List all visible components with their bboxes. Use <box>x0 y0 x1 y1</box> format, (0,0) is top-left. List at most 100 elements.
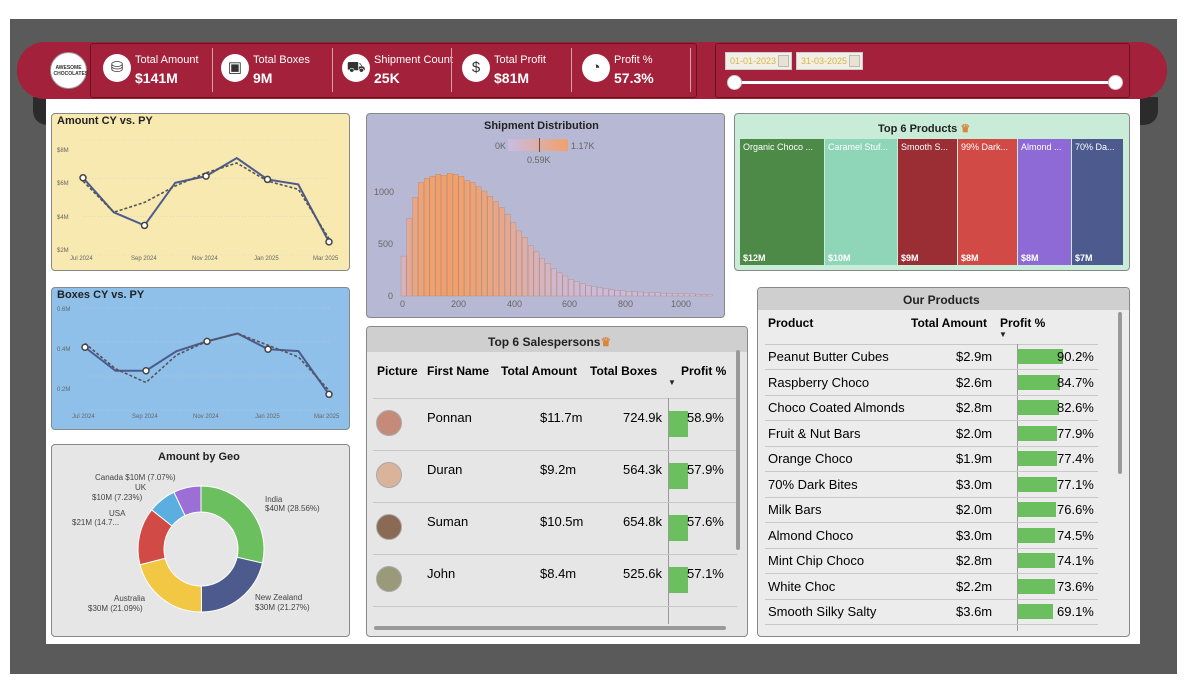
histogram-bar <box>429 176 436 297</box>
cell-profit-pct: 57.6% <box>687 514 724 529</box>
col-first-name[interactable]: First Name <box>427 364 489 378</box>
cell-profit-pct: 82.6% <box>1057 400 1094 415</box>
cell-profit-pct: 77.1% <box>1057 476 1094 492</box>
crown-icon: ♛ <box>960 123 971 135</box>
row-divider <box>765 522 1098 523</box>
histogram-bar <box>614 290 621 297</box>
col-profit-pct[interactable]: Profit % <box>1000 316 1045 330</box>
sort-desc-icon[interactable]: ▼ <box>668 378 676 387</box>
start-date-input[interactable]: 01-01-2023 <box>725 52 792 70</box>
cell-profit-pct: 74.5% <box>1057 527 1094 543</box>
slider-start-handle[interactable] <box>727 75 742 90</box>
x-tick: 800 <box>618 299 634 309</box>
histogram-bar <box>418 182 424 297</box>
geo-chart-title: Amount by Geo <box>158 451 240 463</box>
y-tick: $4M <box>57 215 69 221</box>
histogram-bar <box>458 176 465 297</box>
histogram-bar <box>435 174 441 297</box>
histogram-bar <box>527 245 534 297</box>
data-point <box>202 172 210 180</box>
kpi-label: Total Amount <box>135 54 199 66</box>
end-date-input[interactable]: 31-03-2025 <box>796 52 863 70</box>
row-divider <box>765 547 1098 549</box>
salespersons-title-text: Top 6 Salespersons <box>488 335 601 349</box>
histogram-bar <box>660 292 667 297</box>
row-divider <box>373 450 737 451</box>
histogram-bar <box>412 197 418 297</box>
profit-bar <box>1018 553 1056 568</box>
start-date-text: 01-01-2023 <box>730 56 777 66</box>
profit-bar <box>669 463 689 489</box>
slider-end-handle[interactable] <box>1108 75 1123 90</box>
histogram-bar <box>597 287 603 297</box>
treemap-value: $8M <box>1021 253 1039 263</box>
row-divider <box>373 502 737 503</box>
col-total-amount[interactable]: Total Amount <box>501 364 577 378</box>
x-tick: 600 <box>562 299 578 309</box>
x-tick: 0 <box>400 299 406 309</box>
avatar <box>376 514 402 540</box>
histogram-bar <box>574 281 580 297</box>
x-tick: Jan 2025 <box>254 256 279 262</box>
vertical-scrollbar[interactable] <box>1118 312 1122 474</box>
cell-profit-pct: 90.2% <box>1057 349 1094 364</box>
series-cy-line <box>82 156 330 243</box>
geo-label: UK <box>135 483 147 492</box>
cell-total-boxes: 724.9k <box>623 410 663 425</box>
cell-total-amount: $2.8m <box>956 400 993 415</box>
cell-profit-pct: 73.6% <box>1057 578 1094 594</box>
treemap-cell[interactable]: Smooth S... $9M <box>898 139 957 265</box>
cell-profit-pct: 57.1% <box>687 566 724 581</box>
col-product[interactable]: Product <box>768 316 813 330</box>
money-stack-icon: $ <box>462 54 490 82</box>
kpi-value: 9M <box>253 70 273 86</box>
horizontal-scrollbar[interactable] <box>374 626 726 630</box>
histogram-bar <box>643 292 649 297</box>
boxes-line-chart <box>81 307 333 411</box>
row-divider <box>765 420 1098 421</box>
donut-slice-new-zealand <box>200 556 264 613</box>
data-point <box>325 390 333 399</box>
profit-bar <box>1018 400 1060 415</box>
treemap-cell[interactable]: 70% Da... $7M <box>1072 139 1123 265</box>
cell-total-amount: $2.8m <box>956 553 993 568</box>
data-point <box>325 238 333 246</box>
shipment-histogram <box>400 173 713 297</box>
treemap-cell[interactable]: 99% Dark... $8M <box>958 139 1017 265</box>
profit-bar <box>1018 476 1057 492</box>
histogram-bar <box>470 182 476 297</box>
row-divider <box>765 496 1098 498</box>
col-total-amount[interactable]: Total Amount <box>911 316 987 330</box>
row-divider <box>765 445 1098 447</box>
histogram-bar <box>707 294 713 297</box>
cell-total-boxes: 654.8k <box>623 514 663 529</box>
row-divider <box>373 606 737 607</box>
histogram-bar <box>631 291 638 297</box>
histogram-bar <box>556 272 563 297</box>
profit-bar <box>669 411 689 437</box>
col-total-boxes[interactable]: Total Boxes <box>590 364 657 378</box>
x-tick: 200 <box>451 299 467 309</box>
treemap-value: $7M <box>1075 253 1093 263</box>
avatar <box>376 566 402 592</box>
col-profit-pct[interactable]: Profit % <box>681 364 726 378</box>
histogram-bar <box>695 293 701 297</box>
calendar-icon[interactable] <box>778 55 789 67</box>
histogram-bar <box>666 293 673 297</box>
sort-desc-icon[interactable]: ▼ <box>999 330 1007 339</box>
col-picture[interactable]: Picture <box>377 364 418 378</box>
date-range-slider[interactable] <box>734 81 1116 84</box>
row-divider <box>765 369 1098 370</box>
row-divider <box>765 624 1098 625</box>
histogram-bar <box>568 279 574 297</box>
truck-icon: ⛟ <box>342 54 370 82</box>
histogram-bar <box>504 213 511 297</box>
treemap-cell[interactable]: Caramel Stuf... $10M <box>825 139 897 265</box>
calendar-icon[interactable] <box>849 55 860 67</box>
treemap-cell[interactable]: Almond ... $8M <box>1018 139 1071 265</box>
cell-total-amount: $8.4m <box>540 566 577 581</box>
treemap-cell[interactable]: Organic Choco ... $12M <box>740 139 824 265</box>
cell-total-amount: $3.0m <box>956 527 993 543</box>
vertical-scrollbar[interactable] <box>736 350 740 550</box>
geo-label: New Zealand <box>255 593 303 602</box>
